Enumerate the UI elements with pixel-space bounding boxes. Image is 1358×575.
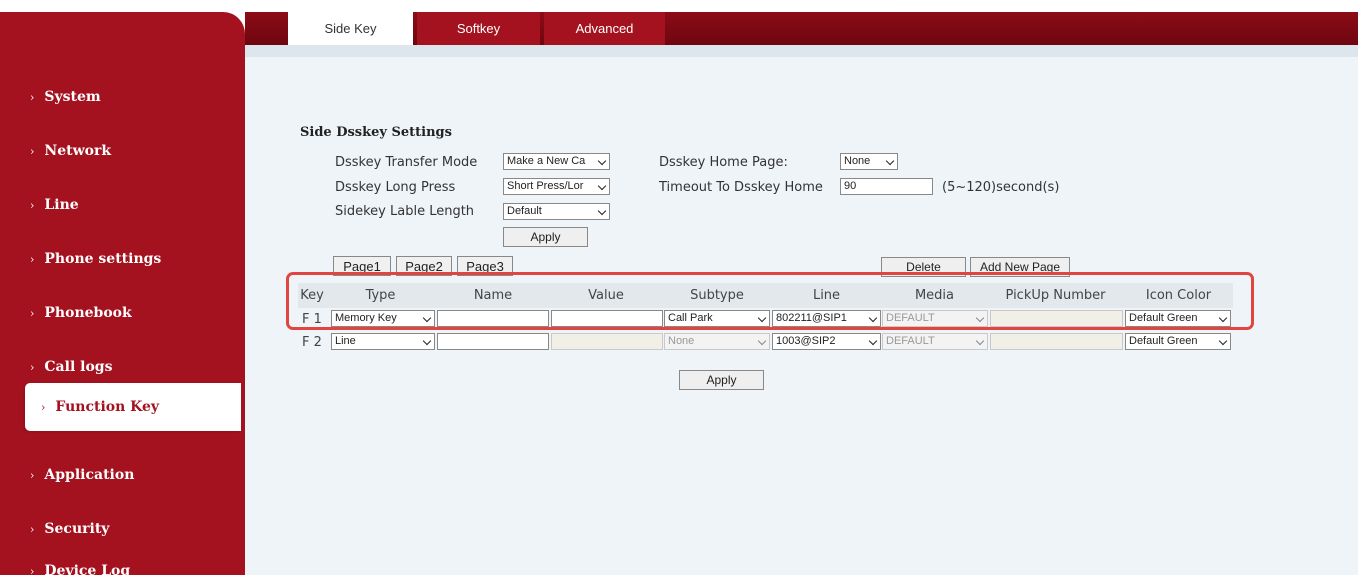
section-title: Side Dsskey Settings xyxy=(300,125,452,140)
tab-side-key[interactable]: Side Key xyxy=(288,12,413,45)
timeout-range-hint: (5~120)second(s) xyxy=(942,180,1060,195)
sidebar-item-label: Device Log xyxy=(44,563,131,575)
tab-softkey[interactable]: Softkey xyxy=(417,12,540,45)
lable-length-label: Sidekey Lable Length xyxy=(335,204,475,219)
settings-apply-button[interactable]: Apply xyxy=(503,227,588,247)
sidebar-item-label: System xyxy=(44,89,101,105)
sidebar-item-label: Function Key xyxy=(55,399,160,415)
chevron-right-icon: › xyxy=(30,90,35,104)
chevron-right-icon: › xyxy=(30,468,35,482)
sidebar-item-label: Call logs xyxy=(44,359,113,375)
sidebar-item-label: Security xyxy=(44,521,110,537)
table-apply-button[interactable]: Apply xyxy=(679,370,764,390)
chevron-right-icon: › xyxy=(30,564,35,575)
sidebar-item-label: Phone settings xyxy=(44,251,162,267)
long-press-select[interactable]: Short Press/Lor xyxy=(503,178,610,195)
home-page-label: Dsskey Home Page: xyxy=(659,155,788,170)
sidebar-item-label: Network xyxy=(44,143,112,159)
row2-type-select[interactable]: Line xyxy=(331,333,435,350)
row2-pickup-input[interactable] xyxy=(990,333,1123,350)
sidebar-item-phone-settings[interactable]: › Phone settings xyxy=(0,235,240,283)
sidebar-item-label: Line xyxy=(44,197,79,213)
chevron-right-icon: › xyxy=(30,252,35,266)
sidebar: › System › Network › Line › Phone settings ›… xyxy=(0,12,245,575)
sidebar-item-system[interactable]: › System xyxy=(0,73,240,121)
chevron-right-icon: › xyxy=(30,144,35,158)
chevron-right-icon: › xyxy=(30,522,35,536)
row2-name-input[interactable] xyxy=(437,333,549,350)
row2-icon-color-select[interactable]: Default Green xyxy=(1125,333,1231,350)
highlight-box xyxy=(286,272,1254,330)
chevron-right-icon: › xyxy=(30,306,35,320)
sidebar-item-network[interactable]: › Network xyxy=(0,127,240,175)
timeout-input[interactable]: 90 xyxy=(840,178,933,195)
long-press-label: Dsskey Long Press xyxy=(335,180,456,195)
sidebar-item-device-log[interactable]: › Device Log xyxy=(0,547,240,575)
sidebar-item-line[interactable]: › Line xyxy=(0,181,240,229)
row2-media-select[interactable]: DEFAULT xyxy=(882,333,988,350)
sidebar-item-security[interactable]: › Security xyxy=(0,505,240,553)
row2-subtype-select[interactable]: None xyxy=(664,333,770,350)
row2-line-select[interactable]: 1003@SIP2 xyxy=(772,333,881,350)
tab-bar: Side Key Softkey Advanced xyxy=(245,12,1358,45)
timeout-label: Timeout To Dsskey Home xyxy=(659,180,823,195)
chevron-right-icon: › xyxy=(30,360,35,374)
sidebar-item-label: Application xyxy=(44,467,135,483)
sidebar-item-application[interactable]: › Application xyxy=(0,451,240,499)
row-key-label: F 2 xyxy=(302,335,322,350)
chevron-right-icon: › xyxy=(41,400,46,414)
sidebar-item-phonebook[interactable]: › Phonebook xyxy=(0,289,240,337)
row2-value-input[interactable] xyxy=(551,333,663,350)
home-page-select[interactable]: None xyxy=(840,153,898,170)
chevron-right-icon: › xyxy=(30,198,35,212)
tab-advanced[interactable]: Advanced xyxy=(544,12,665,45)
transfer-mode-select[interactable]: Make a New Ca xyxy=(503,153,610,170)
lable-length-select[interactable]: Default xyxy=(503,203,610,220)
sidebar-item-function-key[interactable]: › Function Key xyxy=(25,383,241,431)
sidebar-item-label: Phonebook xyxy=(44,305,132,321)
transfer-mode-label: Dsskey Transfer Mode xyxy=(335,155,478,170)
